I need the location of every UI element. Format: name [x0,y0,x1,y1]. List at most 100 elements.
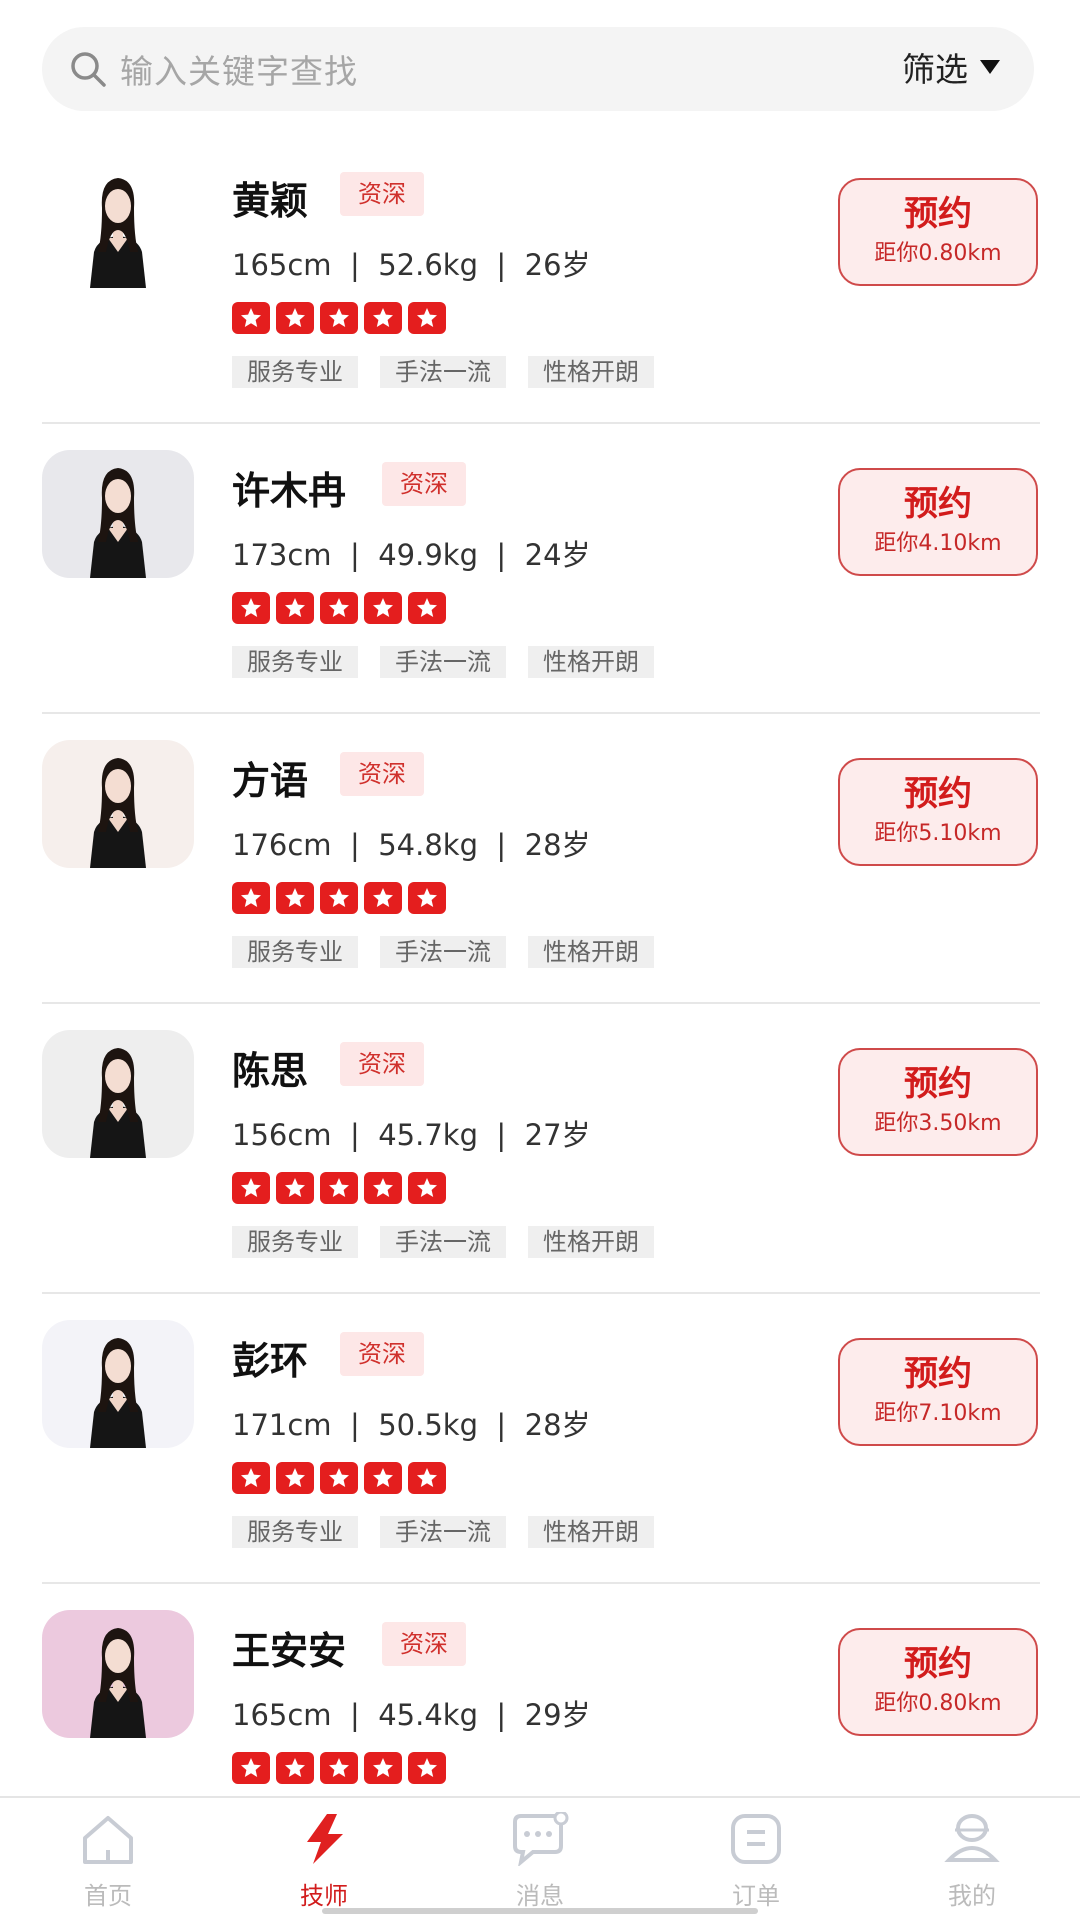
star-icon [232,1462,270,1494]
skill-tags: 服务专业 手法一流 性格开朗 [232,1516,654,1548]
star-icon [232,882,270,914]
therapist-stats: 171cm | 50.5kg | 28岁 [232,1408,591,1442]
distance-label: 距你0.80km [874,1691,1002,1716]
tab-chat[interactable]: 消息 [460,1810,620,1916]
therapist-name: 许木冉 [232,469,347,513]
skill-tag: 性格开朗 [528,1516,654,1548]
age-value: 28岁 [524,1408,591,1442]
skill-tag: 服务专业 [232,1226,358,1258]
star-icon [408,1172,446,1204]
home-indicator [322,1908,758,1914]
age-value: 27岁 [524,1118,591,1152]
therapist-avatar[interactable] [42,1030,194,1158]
tab-home[interactable]: 首页 [28,1812,188,1916]
level-badge: 资深 [340,1042,424,1086]
star-icon [408,1752,446,1784]
distance-label: 距你3.50km [874,1111,1002,1136]
level-badge: 资深 [382,462,466,506]
therapist-row[interactable]: 陈思 资深 156cm | 45.7kg | 27岁 服务专业 手法一流 性格开朗 … [0,1020,1080,1310]
tab-order[interactable]: 订单 [676,1812,836,1916]
weight-value: 45.7kg [378,1118,478,1152]
star-icon [276,302,314,334]
therapist-row[interactable]: 彭环 资深 171cm | 50.5kg | 28岁 服务专业 手法一流 性格开朗 … [0,1310,1080,1600]
therapist-avatar[interactable] [42,1320,194,1448]
therapist-avatar[interactable] [42,1610,194,1738]
search-input[interactable]: 输入关键字查找 [120,45,358,93]
skill-tags: 服务专业 手法一流 性格开朗 [232,356,654,388]
skill-tag: 手法一流 [380,646,506,678]
height-value: 156cm [232,1118,332,1152]
therapist-name: 黄颖 [232,179,309,223]
star-icon [364,592,402,624]
age-value: 24岁 [524,538,591,572]
tab-profile[interactable]: 我的 [892,1812,1052,1916]
skill-tag: 服务专业 [232,1516,358,1548]
star-icon [276,882,314,914]
weight-value: 52.6kg [378,248,478,282]
star-icon [276,1172,314,1204]
bottom-tab-bar: 首页 技师 消息 订单 我的 [0,1796,1080,1922]
search-bar[interactable]: 输入关键字查找 筛选 [42,27,1034,111]
tab-lightning[interactable]: 技师 [244,1812,404,1916]
therapist-avatar[interactable] [42,160,194,288]
distance-label: 距你4.10km [874,531,1002,556]
book-label: 预约 [904,774,972,814]
star-icon [232,1752,270,1784]
weight-value: 45.4kg [378,1698,478,1732]
therapist-row[interactable]: 黄颖 资深 165cm | 52.6kg | 26岁 服务专业 手法一流 性格开朗 … [0,150,1080,440]
height-value: 173cm [232,538,332,572]
therapist-avatar[interactable] [42,450,194,578]
tab-label: 消息 [516,1882,564,1910]
book-button[interactable]: 预约 距你4.10km [838,468,1038,576]
star-icon [320,592,358,624]
star-icon [276,1752,314,1784]
row-divider [42,712,1040,714]
book-button[interactable]: 预约 距你5.10km [838,758,1038,866]
weight-value: 54.8kg [378,828,478,862]
tab-label: 我的 [948,1882,996,1910]
profile-icon [941,1812,1003,1870]
skill-tags: 服务专业 手法一流 性格开朗 [232,936,654,968]
skill-tag: 手法一流 [380,936,506,968]
rating-stars [232,592,446,624]
therapist-row[interactable]: 方语 资深 176cm | 54.8kg | 28岁 服务专业 手法一流 性格开朗 … [0,730,1080,1020]
star-icon [364,1462,402,1494]
tab-label: 技师 [300,1882,348,1910]
chat-icon [509,1810,571,1870]
therapist-stats: 165cm | 45.4kg | 29岁 [232,1698,591,1732]
therapist-name: 彭环 [232,1339,309,1383]
skill-tag: 性格开朗 [528,1226,654,1258]
star-icon [364,1752,402,1784]
star-icon [276,592,314,624]
filter-label: 筛选 [902,50,968,89]
therapist-avatar[interactable] [42,740,194,868]
star-icon [408,302,446,334]
star-icon [364,302,402,334]
book-button[interactable]: 预约 距你0.80km [838,1628,1038,1736]
height-value: 165cm [232,1698,332,1732]
row-divider [42,422,1040,424]
age-value: 28岁 [524,828,591,862]
skill-tag: 服务专业 [232,646,358,678]
skill-tags: 服务专业 手法一流 性格开朗 [232,1226,654,1258]
skill-tag: 手法一流 [380,1516,506,1548]
book-button[interactable]: 预约 距你3.50km [838,1048,1038,1156]
skill-tag: 服务专业 [232,936,358,968]
book-button[interactable]: 预约 距你0.80km [838,178,1038,286]
book-label: 预约 [904,194,972,234]
book-button[interactable]: 预约 距你7.10km [838,1338,1038,1446]
therapist-name: 方语 [232,759,309,803]
therapist-row[interactable]: 许木冉 资深 173cm | 49.9kg | 24岁 服务专业 手法一流 性格开朗… [0,440,1080,730]
star-icon [232,1172,270,1204]
skill-tags: 服务专业 手法一流 性格开朗 [232,646,654,678]
star-icon [320,302,358,334]
star-icon [364,882,402,914]
height-value: 176cm [232,828,332,862]
star-icon [232,302,270,334]
height-value: 165cm [232,248,332,282]
age-value: 29岁 [524,1698,591,1732]
filter-button[interactable]: 筛选 [902,43,1000,91]
age-value: 26岁 [524,248,591,282]
skill-tag: 性格开朗 [528,356,654,388]
book-label: 预约 [904,1064,972,1104]
